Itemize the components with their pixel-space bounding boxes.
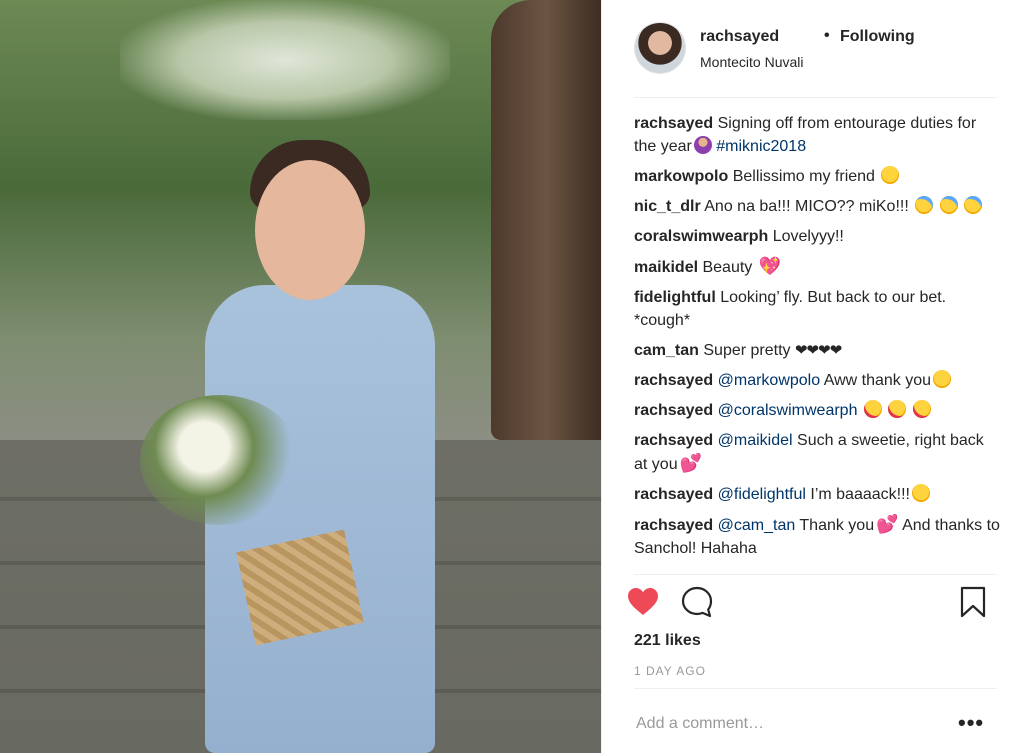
comment-username[interactable]: rachsayed: [634, 372, 713, 389]
comment-item: fidelightful Looking’ fly. But back to o…: [634, 286, 1000, 332]
bookmark-icon[interactable]: [956, 585, 990, 619]
comment-username[interactable]: rachsayed: [634, 486, 713, 503]
comment-item: rachsayed @cam_tan Thank you 💕 And thanks…: [634, 513, 1000, 560]
crying-emoji-icon: [915, 196, 934, 214]
comment-text: Beauty: [702, 259, 753, 276]
comment-text: Super pretty: [703, 342, 791, 359]
heart-icon[interactable]: [626, 585, 660, 619]
mention-link[interactable]: @coralswimwearph: [718, 402, 858, 419]
post-photo[interactable]: [0, 0, 601, 753]
comment-username[interactable]: coralswimwearph: [634, 228, 768, 245]
post-header: rachsayed • Following Montecito Nuvali: [634, 22, 994, 78]
black-hearts: ❤❤❤❤: [794, 342, 842, 359]
sparkling-heart-icon: 💖: [758, 256, 782, 276]
comment-list[interactable]: rachsayed Signing off from entourage dut…: [634, 112, 1000, 574]
comment-username[interactable]: maikidel: [634, 259, 698, 276]
wink-emoji-icon: [911, 484, 930, 502]
person-emoji-icon: [693, 136, 712, 154]
location-link[interactable]: Montecito Nuvali: [700, 54, 804, 70]
comment-text: Lovelyyy!!: [772, 228, 844, 245]
post-side-panel: rachsayed • Following Montecito Nuvali r…: [601, 0, 1024, 753]
comment-icon[interactable]: [680, 585, 714, 619]
hashtag-link[interactable]: #miknic2018: [716, 138, 806, 155]
photo-sky: [120, 0, 450, 120]
mention-link[interactable]: @markowpolo: [718, 372, 821, 389]
comment-item: rachsayed Signing off from entourage dut…: [634, 112, 1000, 158]
photo-bouquet: [140, 395, 300, 525]
comment-text: Bellissimo my friend: [732, 168, 875, 185]
more-options-button[interactable]: •••: [958, 710, 984, 736]
comment-username[interactable]: rachsayed: [634, 432, 713, 449]
header-username[interactable]: rachsayed: [700, 28, 779, 46]
kiss-emoji-icon: [863, 400, 882, 418]
comment-username[interactable]: fidelightful: [634, 289, 716, 306]
comment-item: markowpolo Bellissimo my friend: [634, 165, 1000, 188]
comment-item: rachsayed @coralswimwearph: [634, 399, 1000, 422]
comment-item: coralswimwearph Lovelyyy!!: [634, 225, 1000, 248]
comment-text: Aww thank you: [823, 372, 932, 389]
crying-emoji-icon: [964, 196, 983, 214]
likes-count[interactable]: 221 likes: [634, 632, 701, 650]
smile-emoji-icon: [881, 166, 900, 184]
add-comment-input[interactable]: [634, 704, 968, 744]
post-timestamp: 1 DAY AGO: [634, 664, 706, 678]
action-bar: [626, 585, 996, 621]
header-separator: •: [824, 27, 830, 44]
footer-divider: [634, 688, 997, 689]
comment-item: cam_tan Super pretty ❤❤❤❤: [634, 339, 1000, 362]
photo-tree: [491, 0, 601, 440]
two-hearts-icon: 💕: [679, 453, 703, 473]
comment-username[interactable]: rachsayed: [634, 402, 713, 419]
comment-item: rachsayed @maikidel Such a sweetie, righ…: [634, 429, 1000, 476]
avatar[interactable]: [634, 22, 686, 74]
mention-link[interactable]: @cam_tan: [718, 517, 796, 534]
comment-username[interactable]: markowpolo: [634, 168, 728, 185]
comment-text: I’m baaaack!!!: [810, 486, 910, 503]
comment-username[interactable]: rachsayed: [634, 517, 713, 534]
kiss-emoji-icon: [888, 400, 907, 418]
comment-item: nic_t_dlr Ano na ba!!! MICO?? miKo!!!: [634, 195, 1000, 218]
mention-link[interactable]: @maikidel: [718, 432, 793, 449]
crying-emoji-icon: [939, 196, 958, 214]
instagram-post: rachsayed • Following Montecito Nuvali r…: [0, 0, 1024, 753]
following-button[interactable]: Following: [840, 28, 915, 46]
comment-text: Ano na ba!!! MICO?? miKo!!!: [704, 198, 909, 215]
kiss-emoji-icon: [912, 400, 931, 418]
comment-username[interactable]: rachsayed: [634, 115, 713, 132]
comment-item: rachsayed @markowpolo Aww thank you: [634, 369, 1000, 392]
comment-text: Thank you: [799, 517, 875, 534]
two-hearts-icon: 💕: [876, 514, 899, 534]
header-divider: [634, 97, 997, 98]
smile-emoji-icon: [933, 370, 952, 388]
comment-item: maikidel Beauty 💖: [634, 255, 1000, 279]
mention-link[interactable]: @fidelightful: [718, 486, 806, 503]
comments-divider: [634, 574, 997, 575]
comment-item: rachsayed @fidelightful I’m baaaack!!!: [634, 483, 1000, 506]
comment-username[interactable]: cam_tan: [634, 342, 699, 359]
photo-face: [255, 160, 365, 300]
comment-username[interactable]: nic_t_dlr: [634, 198, 701, 215]
